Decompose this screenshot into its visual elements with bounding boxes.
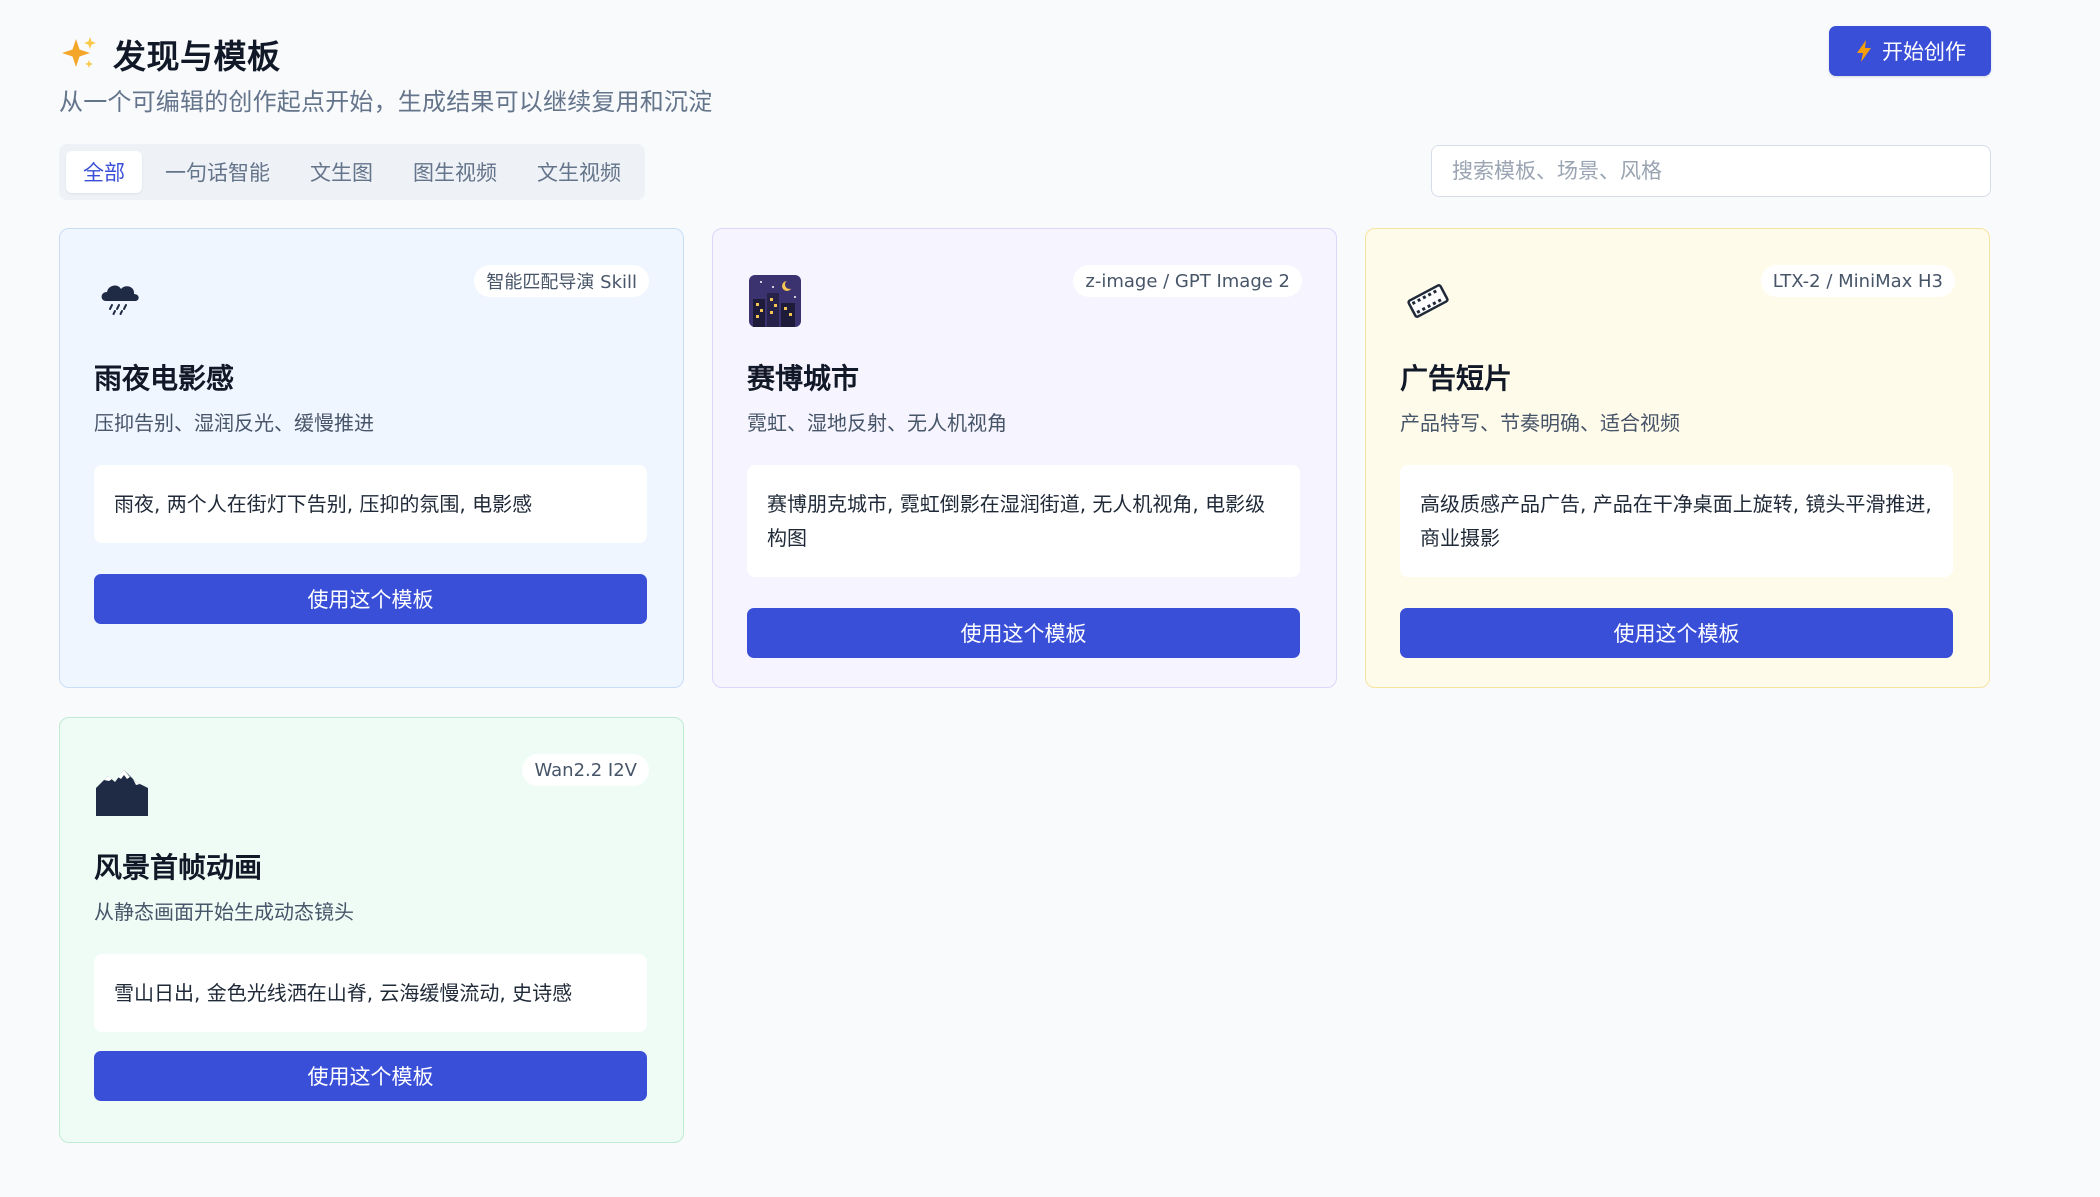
tab-text-to-image[interactable]: 文生图	[293, 151, 390, 193]
template-description: 产品特写、节奏明确、适合视频	[1400, 411, 1680, 435]
start-create-label: 开始创作	[1882, 40, 1966, 64]
page-header: 发现与模板 从一个可编辑的创作起点开始，生成结果可以继续复用和沉淀 开始创作	[59, 24, 1991, 124]
tab-text-to-video[interactable]: 文生视频	[520, 151, 638, 193]
template-prompt: 雨夜, 两个人在街灯下告别, 压抑的氛围, 电影感	[94, 465, 647, 543]
model-badge: z-image / GPT Image 2	[1073, 265, 1302, 297]
night-city-icon	[749, 275, 801, 327]
template-card: Wan2.2 I2V 风景首帧动画 从静态画面开始生成动态镜头 雪山日出, 金色…	[59, 717, 684, 1143]
discover-page: 发现与模板 从一个可编辑的创作起点开始，生成结果可以继续复用和沉淀 开始创作 全…	[59, 24, 1991, 1144]
template-prompt: 雪山日出, 金色光线洒在山脊, 云海缓慢流动, 史诗感	[94, 954, 647, 1032]
tab-all[interactable]: 全部	[66, 151, 142, 193]
search-input[interactable]	[1431, 145, 1991, 197]
template-card: z-image / GPT Image 2 赛博城市 霓虹、湿地反射、无人机视角…	[712, 228, 1337, 688]
template-description: 压抑告别、湿润反光、缓慢推进	[94, 411, 374, 435]
page-subtitle: 从一个可编辑的创作起点开始，生成结果可以继续复用和沉淀	[59, 88, 713, 116]
template-card: 智能匹配导演 Skill 雨夜电影感 压抑告别、湿润反光、缓慢推进 雨夜, 两个…	[59, 228, 684, 688]
title-row: 发现与模板	[59, 30, 281, 78]
sparkles-icon	[62, 37, 96, 68]
start-create-button[interactable]: 开始创作	[1829, 26, 1991, 76]
film-strip-icon	[1407, 284, 1449, 318]
snow-mountain-icon	[96, 770, 148, 816]
template-title: 赛博城市	[747, 362, 860, 395]
model-badge: 智能匹配导演 Skill	[474, 265, 649, 297]
template-card: LTX-2 / MiniMax H3 广告短片 产品特写、节奏明确、适合视频 高…	[1365, 228, 1990, 688]
use-template-button[interactable]: 使用这个模板	[94, 1051, 647, 1101]
template-description: 从静态画面开始生成动态镜头	[94, 900, 354, 924]
template-description: 霓虹、湿地反射、无人机视角	[747, 411, 1007, 435]
template-title: 广告短片	[1400, 362, 1513, 395]
tab-one-sentence[interactable]: 一句话智能	[148, 151, 287, 193]
template-prompt: 赛博朋克城市, 霓虹倒影在湿润街道, 无人机视角, 电影级构图	[747, 465, 1300, 577]
page-title: 发现与模板	[113, 37, 281, 76]
model-badge: LTX-2 / MiniMax H3	[1760, 265, 1955, 297]
model-badge: Wan2.2 I2V	[522, 754, 649, 786]
template-prompt: 高级质感产品广告, 产品在干净桌面上旋转, 镜头平滑推进, 商业摄影	[1400, 465, 1953, 577]
category-tabs: 全部 一句话智能 文生图 图生视频 文生视频	[59, 144, 645, 200]
lightning-icon	[1857, 40, 1871, 62]
use-template-button[interactable]: 使用这个模板	[747, 608, 1300, 658]
use-template-button[interactable]: 使用这个模板	[1400, 608, 1953, 658]
tab-image-to-video[interactable]: 图生视频	[396, 151, 514, 193]
use-template-button[interactable]: 使用这个模板	[94, 574, 647, 624]
template-title: 雨夜电影感	[94, 362, 235, 395]
rain-cloud-icon	[101, 285, 139, 315]
template-title: 风景首帧动画	[94, 851, 263, 884]
